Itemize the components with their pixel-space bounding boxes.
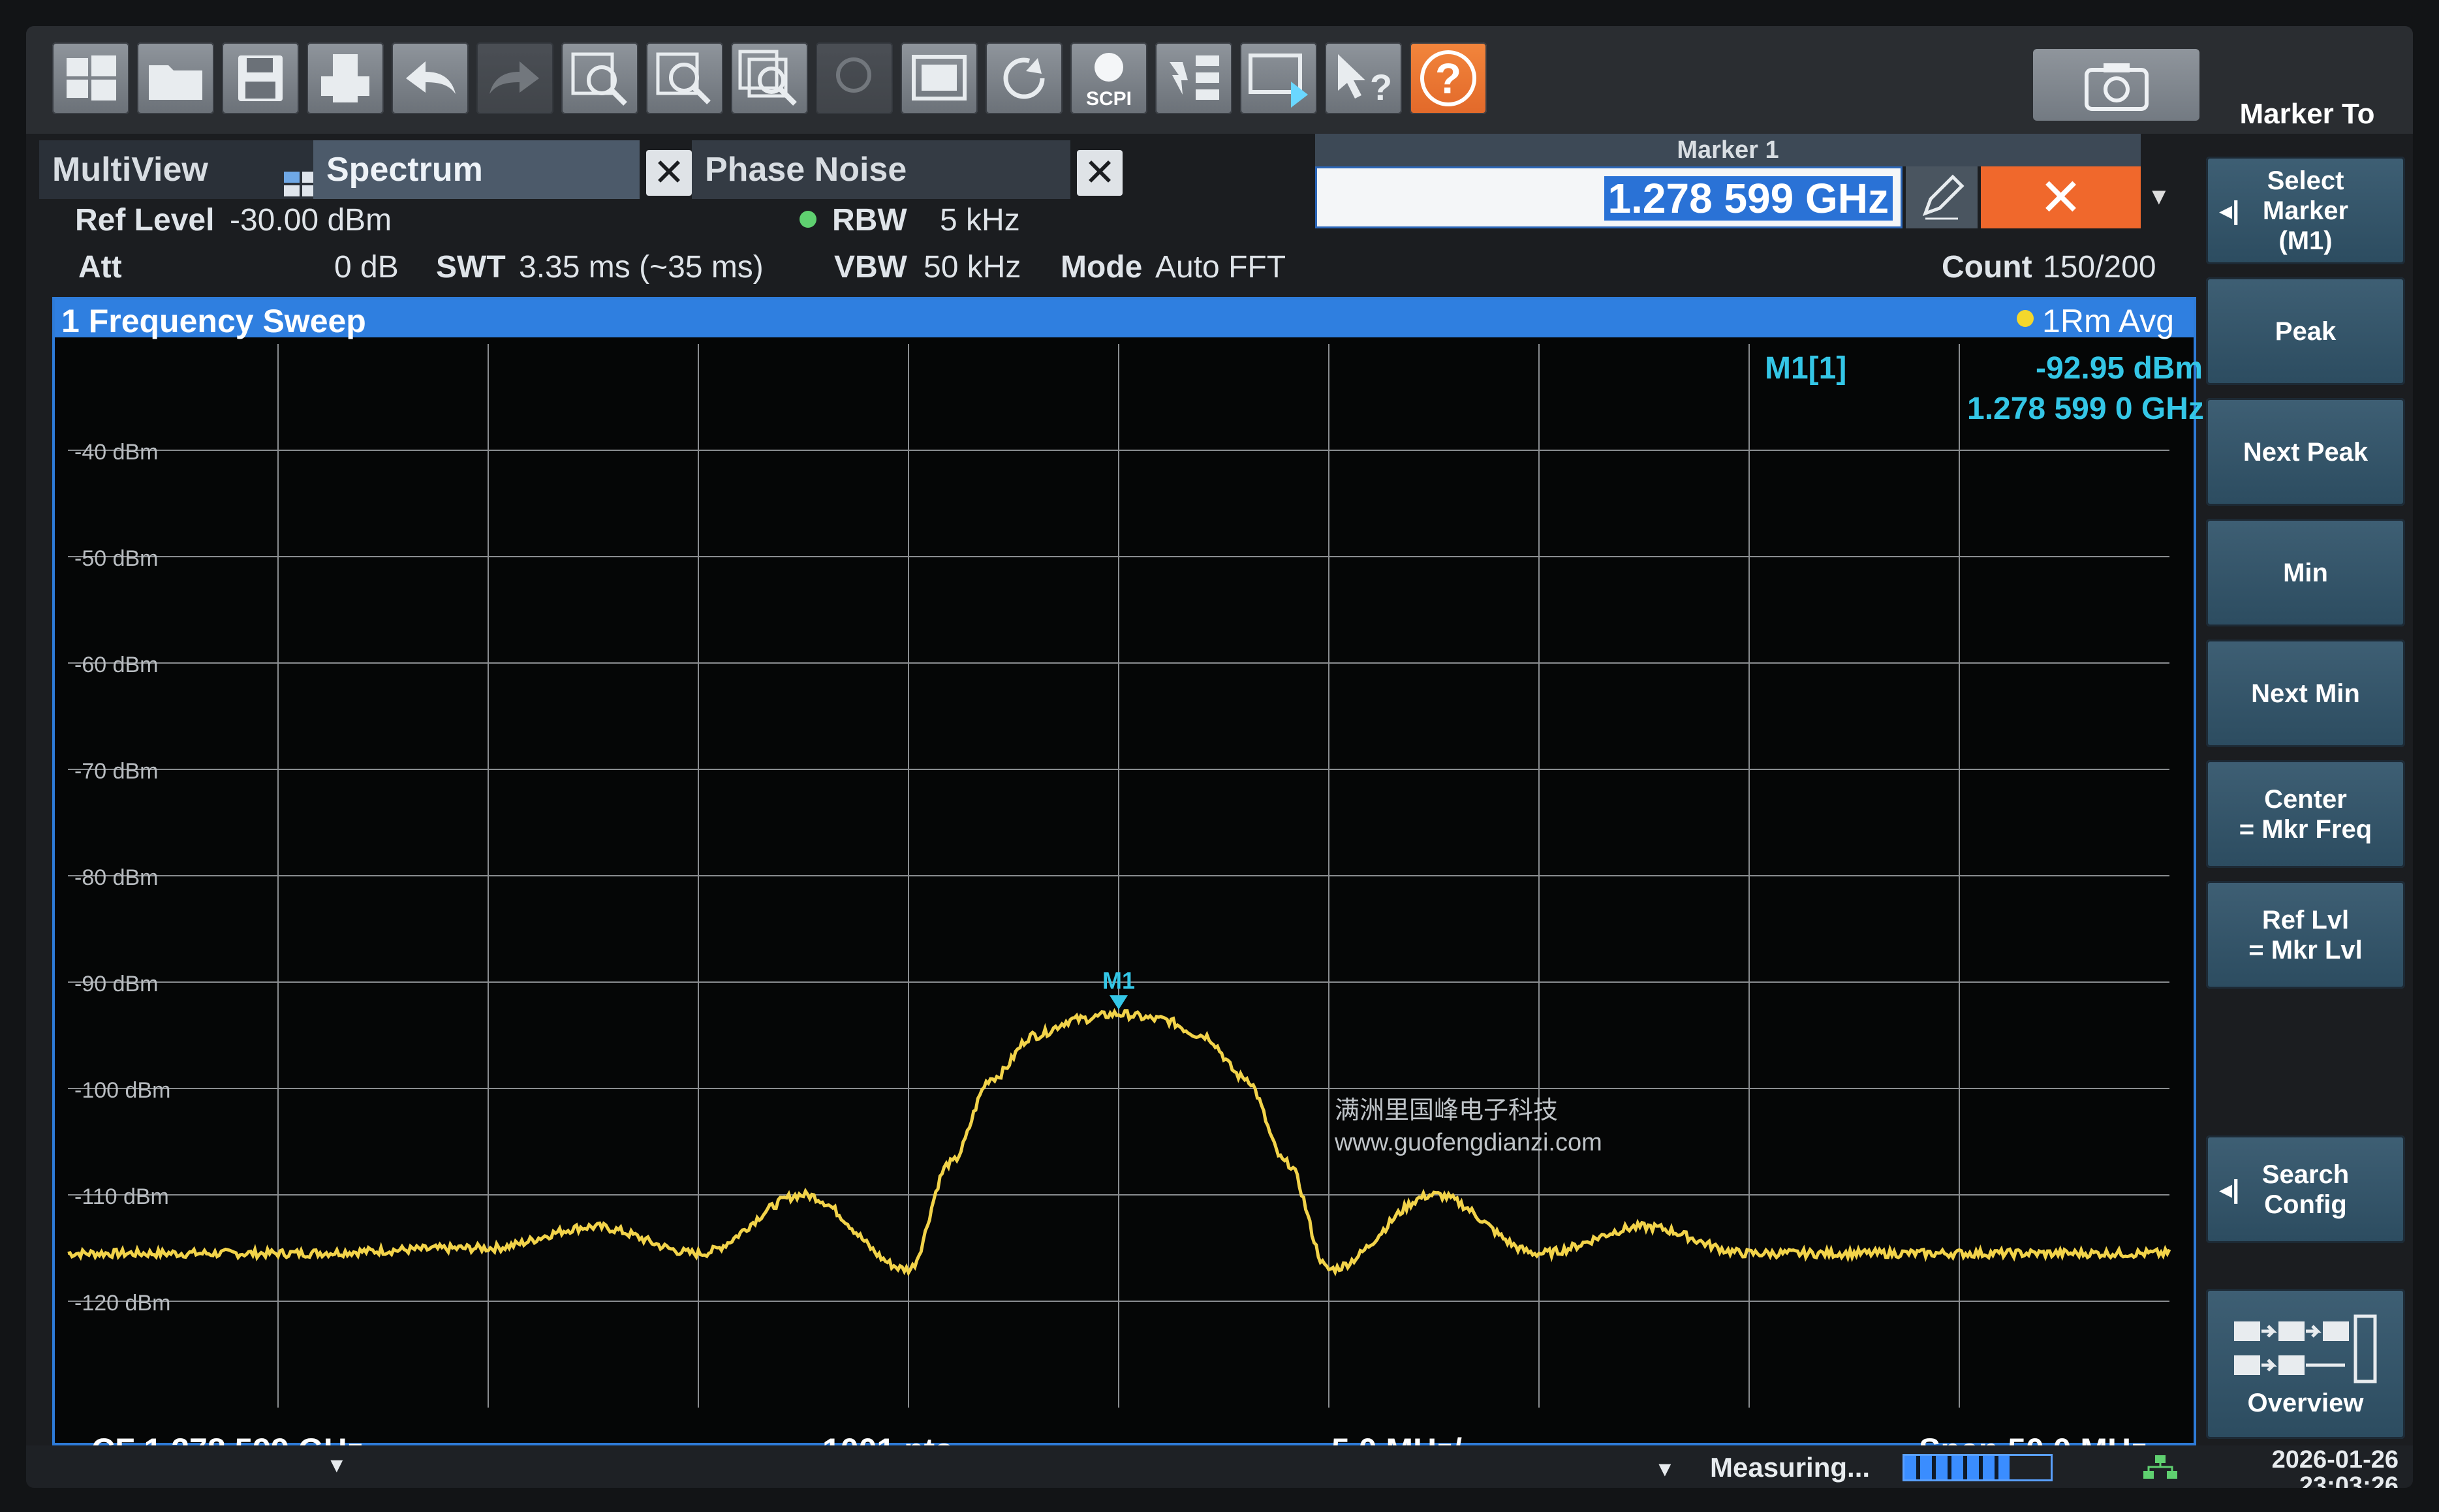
pointer-help-icon[interactable]: ? — [1325, 42, 1402, 114]
rbw-status-dot — [800, 211, 816, 228]
next-min-softkey[interactable]: Next Min — [2206, 640, 2405, 747]
rbw-value: 5 kHz — [940, 203, 1020, 238]
y-tick-label: -120 dBm — [74, 1291, 170, 1316]
svg-text:?: ? — [1370, 67, 1392, 108]
close-phase-noise-tab-button[interactable]: ✕ — [1077, 150, 1123, 196]
marker-readout-level: -92.95 dBm — [2036, 351, 2203, 386]
count-label: Count — [1942, 250, 2032, 285]
marker-readout-freq: 1.278 599 0 GHz — [1967, 392, 2204, 426]
zoom-off-icon[interactable] — [731, 42, 808, 114]
diagram-title-bar: 1 Frequency Sweep 1Rm Avg — [55, 300, 2194, 339]
tab-spectrum-label: Spectrum — [326, 151, 483, 189]
center-mkr-freq-softkey[interactable]: Center = Mkr Freq — [2206, 760, 2405, 868]
marker-dialog-title: Marker 1 — [1315, 134, 2141, 166]
redo-icon[interactable] — [476, 42, 553, 114]
peak-softkey[interactable]: Peak — [2206, 277, 2405, 385]
vbw-label: VBW — [834, 250, 907, 285]
spectrum-plot: -40 dBm -50 dBm -60 dBm -70 dBm -80 dBm -90 d… — [67, 344, 2171, 1408]
softkey-panel: Marker To ◂| Select Marker (M1) Peak Nex… — [2203, 52, 2413, 1488]
status-bar: ▼ ▼ Measuring... — [26, 1445, 2413, 1488]
swt-value: 3.35 ms (~35 ms) — [519, 250, 764, 285]
statusbar-dropdown-right[interactable]: ▼ — [1654, 1457, 1675, 1481]
mode-label: Mode — [1061, 250, 1143, 285]
att-value: 0 dB — [334, 250, 399, 285]
camera-icon — [2085, 63, 2149, 111]
svg-text:SCPI: SCPI — [1086, 88, 1132, 110]
undo-icon[interactable] — [392, 42, 469, 114]
svg-text:?: ? — [1435, 54, 1461, 102]
rbw-label: RBW — [832, 203, 907, 238]
ref-level-value: -30.00 dBm — [230, 203, 392, 238]
marker-m1-label: M1 — [1102, 967, 1135, 994]
min-softkey[interactable]: Min — [2206, 519, 2405, 626]
y-tick-label: -70 dBm — [74, 759, 159, 784]
zoom-multi-icon[interactable] — [646, 42, 723, 114]
att-label: Att — [78, 250, 122, 285]
y-tick-label: -50 dBm — [74, 546, 159, 571]
clock-time: 23:03:26 — [2299, 1472, 2399, 1488]
tab-spectrum[interactable]: Spectrum — [313, 140, 640, 199]
watermark-line-2: www.guofengdianzi.com — [1335, 1129, 1602, 1156]
display-icon[interactable] — [1240, 42, 1317, 114]
tab-multiview[interactable]: MultiView — [39, 140, 333, 199]
scpi-icon[interactable]: SCPI — [1070, 42, 1147, 114]
fullscreen-icon[interactable] — [901, 42, 978, 114]
marker-m1-triangle — [1110, 995, 1128, 1010]
overview-flow-icon — [2233, 1314, 2376, 1383]
y-tick-label: -80 dBm — [74, 865, 159, 890]
tab-phase-noise[interactable]: Phase Noise — [692, 140, 1070, 199]
instrument-screen: SCPI ? ? MultiView Spectrum ✕ Phase Nois… — [26, 26, 2413, 1488]
zoom-icon[interactable] — [561, 42, 638, 114]
next-peak-softkey[interactable]: Next Peak — [2206, 398, 2405, 506]
marker-readout-name: M1[1] — [1765, 351, 1847, 386]
mode-value: Auto FFT — [1155, 250, 1286, 285]
statusbar-dropdown-left[interactable]: ▼ — [326, 1453, 347, 1477]
save-icon[interactable] — [222, 42, 299, 114]
printer-icon[interactable] — [307, 42, 384, 114]
swt-label: SWT — [436, 250, 506, 285]
watermark-line-1: 满洲里国峰电子科技 — [1335, 1097, 1559, 1124]
help-icon[interactable]: ? — [1410, 42, 1487, 114]
measuring-status: Measuring... — [1710, 1452, 1871, 1483]
sequencer-icon[interactable] — [1155, 42, 1232, 114]
trace-color-dot — [2017, 310, 2034, 327]
overview-softkey[interactable]: Overview — [2206, 1289, 2405, 1439]
select-marker-softkey[interactable]: ◂| Select Marker (M1) — [2206, 157, 2405, 264]
search-config-softkey[interactable]: ◂| Search Config — [2206, 1135, 2405, 1243]
tab-multiview-label: MultiView — [52, 151, 208, 189]
zoom-1-1-icon[interactable] — [816, 42, 893, 114]
y-tick-label: -110 dBm — [74, 1184, 169, 1209]
screenshot-camera-button[interactable] — [2033, 49, 2199, 121]
y-tick-label: -100 dBm — [74, 1078, 170, 1103]
tab-bar: MultiView Spectrum ✕ Phase Noise ✕ — [26, 134, 1315, 202]
y-tick-label: -60 dBm — [74, 653, 159, 677]
measurement-progress-bar — [1903, 1454, 2053, 1481]
expand-left-icon: ◂| — [2219, 1175, 2240, 1204]
ref-level-label: Ref Level — [75, 203, 215, 238]
network-icon — [2143, 1455, 2177, 1479]
clock-date: 2026-01-26 — [2271, 1446, 2399, 1473]
frequency-sweep-diagram[interactable]: 1 Frequency Sweep 1Rm Avg -40 dBm -50 dBm… — [52, 297, 2204, 1445]
softkey-panel-title: Marker To — [2239, 98, 2375, 130]
count-value: 150/200 — [2043, 250, 2156, 285]
folder-open-icon[interactable] — [137, 42, 214, 114]
y-tick-label: -90 dBm — [74, 972, 159, 996]
clock: 2026-01-26 23:03:26 — [2216, 1447, 2399, 1488]
trace-label: 1Rm Avg — [2042, 303, 2174, 339]
vbw-value: 50 kHz — [924, 250, 1021, 285]
close-spectrum-tab-button[interactable]: ✕ — [646, 150, 692, 196]
toolbar: SCPI ? ? — [26, 26, 2413, 134]
ref-lvl-mkr-lvl-softkey[interactable]: Ref Lvl = Mkr Lvl — [2206, 881, 2405, 989]
refresh-icon[interactable] — [986, 42, 1063, 114]
y-tick-label: -40 dBm — [74, 440, 159, 465]
diagram-title: 1 Frequency Sweep — [61, 303, 366, 339]
tab-phase-noise-label: Phase Noise — [705, 151, 907, 189]
expand-left-icon: ◂| — [2219, 196, 2240, 225]
windows-icon[interactable] — [52, 42, 129, 114]
